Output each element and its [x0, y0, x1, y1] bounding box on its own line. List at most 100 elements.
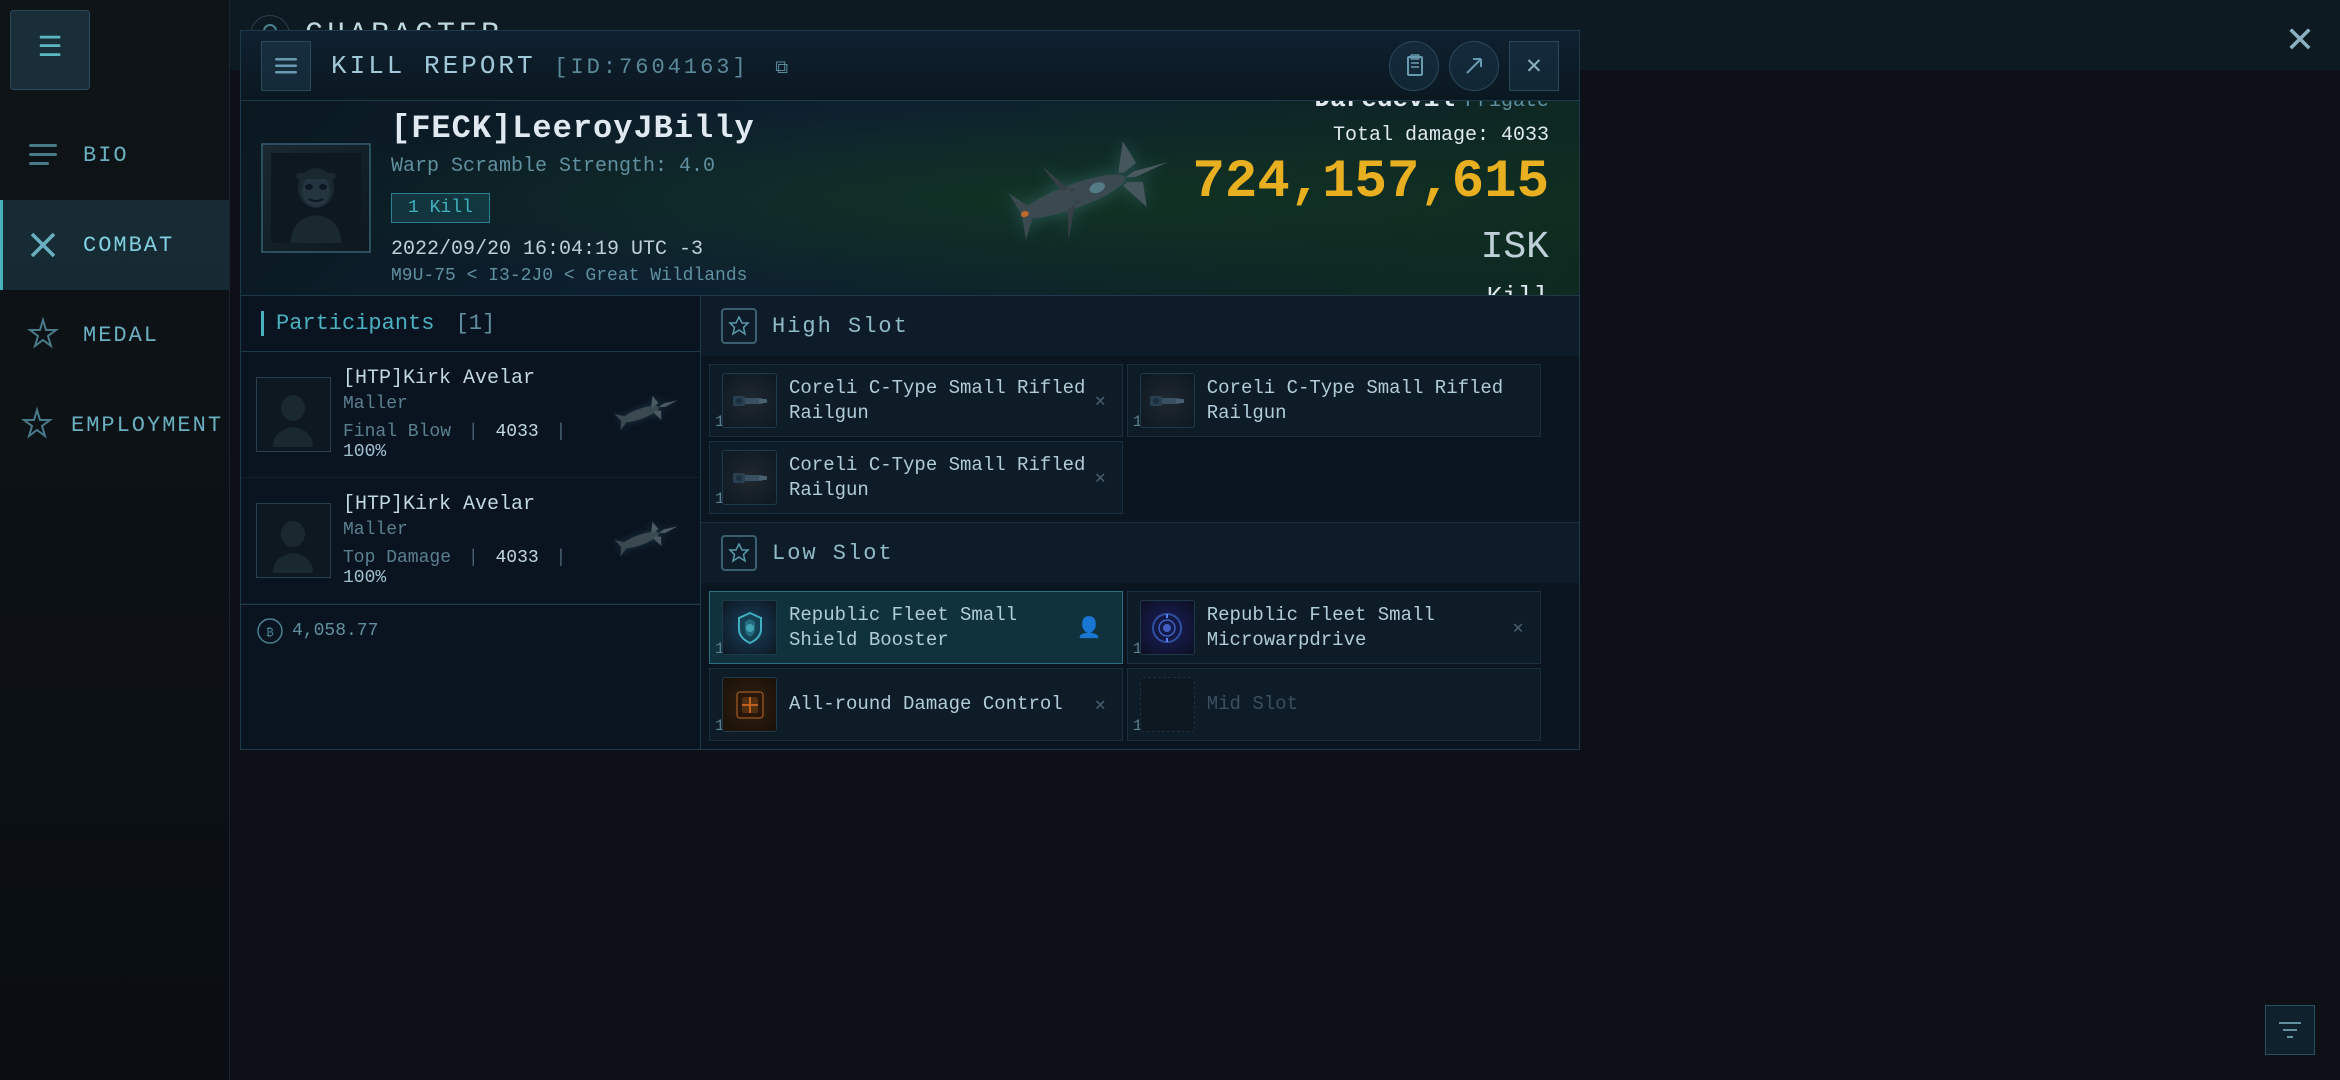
kill-report-title-text: KILL REPORT: [331, 51, 536, 81]
window-title: KILL REPORT [ID:7604163] ⧉: [331, 51, 1389, 81]
participants-title: Participants [1]: [261, 311, 495, 336]
low-slot-items: 1 Republic Fleet Small Shield Booster 👤: [701, 583, 1579, 749]
participant-info-2: [HTP]Kirk Avelar Maller Top Damage | 403…: [331, 493, 595, 588]
mwd-icon: [1140, 600, 1195, 655]
participants-footer: ₿ 4,058.77: [241, 604, 700, 657]
item-close-1[interactable]: ✕: [1091, 386, 1110, 416]
shield-booster-icon: [722, 600, 777, 655]
participant-ship-img-1: [595, 385, 685, 445]
participant-stats-1: Final Blow | 4033 | 100%: [343, 422, 583, 462]
kill-datetime: 2022/09/20 16:04:19 UTC -3: [391, 238, 1579, 261]
mwd-name: Republic Fleet Small Microwarpdrive: [1207, 603, 1509, 652]
window-close-icon: ✕: [1526, 50, 1542, 81]
shield-booster-name: Republic Fleet Small Shield Booster: [789, 603, 1077, 652]
high-slot-item-name-1: Coreli C-Type Small Rifled Railgun: [789, 376, 1091, 425]
kill-report-id: [ID:7604163]: [554, 55, 748, 80]
low-slot-header: Low Slot: [701, 523, 1579, 583]
window-close-button[interactable]: ✕: [1509, 41, 1559, 91]
participant-stats-2: Top Damage | 4033 | 100%: [343, 548, 583, 588]
app-close-button[interactable]: ✕: [2270, 10, 2330, 70]
participant-pct-2: 100%: [343, 568, 386, 588]
participant-ship-2: Maller: [343, 520, 583, 540]
railgun-icon-3: [1140, 373, 1195, 428]
low-slot-item-damage-ctrl[interactable]: 1 All-round Damage Control ✕: [709, 668, 1123, 741]
high-slot-header: High Slot: [701, 296, 1579, 356]
participant-avatar-2: [256, 503, 331, 578]
railgun-icon-2: [722, 450, 777, 505]
filter-button[interactable]: [2265, 1005, 2315, 1055]
low-slot-item-mwd[interactable]: 1 Republic Fleet Small Microwa: [1127, 591, 1541, 664]
damage-ctrl-name: All-round Damage Control: [789, 692, 1091, 717]
participant-ship-1: Maller: [343, 394, 583, 414]
railgun-icon-1: [722, 373, 777, 428]
victim-name: [FECK]LeeroyJBilly: [391, 110, 1579, 147]
medal-icon: [18, 310, 68, 360]
participants-label: Participants: [276, 311, 434, 336]
sidebar-navigation: Bio Combat Medal: [0, 100, 229, 480]
mwd-close[interactable]: ✕: [1509, 613, 1528, 643]
low-slot-item-4[interactable]: 1 Mid Slot: [1127, 668, 1541, 741]
employment-icon: [18, 400, 56, 450]
sidebar-item-label-bio: Bio: [83, 143, 129, 168]
sidebar-item-label-employment: Employment: [71, 413, 223, 438]
isk-icon: ₿: [256, 617, 284, 645]
participant-name-2: [HTP]Kirk Avelar: [343, 493, 583, 516]
sidebar-menu-button[interactable]: ☰: [10, 10, 90, 90]
window-action-buttons: ✕: [1389, 41, 1559, 91]
window-menu-button[interactable]: [261, 41, 311, 91]
avatar-placeholder: [263, 145, 369, 251]
participant-name-1: [HTP]Kirk Avelar: [343, 367, 583, 390]
combat-icon: [18, 220, 68, 270]
high-slot-section: High Slot 1: [701, 296, 1579, 523]
participants-panel: Participants [1] [HTP]Kirk Avelar Maller: [241, 296, 701, 749]
participant-damage-2: 4033: [495, 548, 538, 568]
low-slot-title: Low Slot: [772, 541, 894, 566]
sidebar-item-label-medal: Medal: [83, 323, 159, 348]
high-slot-items: 1 Coreli C-Type Small Rifled Railgun ✕: [701, 356, 1579, 522]
slot4-name: Mid Slot: [1207, 692, 1528, 717]
kill-location: M9U-75 < I3-2J0 < Great Wildlands: [391, 266, 1579, 286]
damage-ctrl-close[interactable]: ✕: [1091, 690, 1110, 720]
high-slot-item-1[interactable]: 1 Coreli C-Type Small Rifled Railgun ✕: [709, 364, 1123, 437]
sidebar: ☰ Bio Combat: [0, 0, 230, 1080]
high-slot-icon: [721, 308, 757, 344]
participant-damage-1: 4033: [495, 422, 538, 442]
low-slot-icon: [721, 535, 757, 571]
footer-isk-value: 4,058.77: [292, 621, 378, 641]
high-slot-item-name-3: Coreli C-Type Small Rifled Railgun: [1207, 376, 1528, 425]
sidebar-item-bio[interactable]: Bio: [0, 110, 229, 200]
slot4-icon: [1140, 677, 1195, 732]
participant-ship-img-2: [595, 511, 685, 571]
sidebar-item-label-combat: Combat: [83, 233, 174, 258]
participant-item-1[interactable]: [HTP]Kirk Avelar Maller Final Blow | 403…: [241, 352, 700, 478]
sidebar-item-employment[interactable]: Employment: [0, 380, 229, 470]
bio-icon: [18, 130, 68, 180]
high-slot-title: High Slot: [772, 314, 909, 339]
kill-content: Participants [1] [HTP]Kirk Avelar Maller: [241, 296, 1579, 749]
kill-report-window: KILL REPORT [ID:7604163] ⧉ ✕: [240, 30, 1580, 750]
participants-header: Participants [1]: [241, 296, 700, 352]
fitted-by-icon: 👤: [1077, 615, 1102, 641]
high-slot-item-3[interactable]: 1 Coreli C-Type Small Rifled Railgun: [1127, 364, 1541, 437]
victim-warp-scramble: Warp Scramble Strength: 4.0: [391, 155, 1579, 178]
copy-id-icon: ⧉: [775, 59, 791, 79]
item-close-2[interactable]: ✕: [1091, 463, 1110, 493]
final-blow-label: Final Blow: [343, 422, 451, 442]
damage-ctrl-icon: [722, 677, 777, 732]
window-titlebar: KILL REPORT [ID:7604163] ⧉ ✕: [241, 31, 1579, 101]
high-slot-item-2[interactable]: 1 Coreli C-Type Small Rifled Railgun ✕: [709, 441, 1123, 514]
victim-info: [FECK]LeeroyJBilly Warp Scramble Strengt…: [391, 110, 1579, 286]
fitting-panel: High Slot 1: [701, 296, 1579, 749]
share-button[interactable]: [1449, 41, 1499, 91]
victim-avatar: [261, 143, 371, 253]
low-slot-item-shield-booster[interactable]: 1 Republic Fleet Small Shield Booster 👤: [709, 591, 1123, 664]
participant-pct-1: 100%: [343, 442, 386, 462]
sidebar-item-combat[interactable]: Combat: [0, 200, 229, 290]
participant-item-2[interactable]: [HTP]Kirk Avelar Maller Top Damage | 403…: [241, 478, 700, 604]
participants-count: [1]: [456, 311, 496, 336]
victim-badges: 1 Kill: [391, 193, 1579, 223]
high-slot-item-name-2: Coreli C-Type Small Rifled Railgun: [789, 453, 1091, 502]
sidebar-item-medal[interactable]: Medal: [0, 290, 229, 380]
menu-icon: ☰: [37, 36, 62, 64]
clipboard-button[interactable]: [1389, 41, 1439, 91]
